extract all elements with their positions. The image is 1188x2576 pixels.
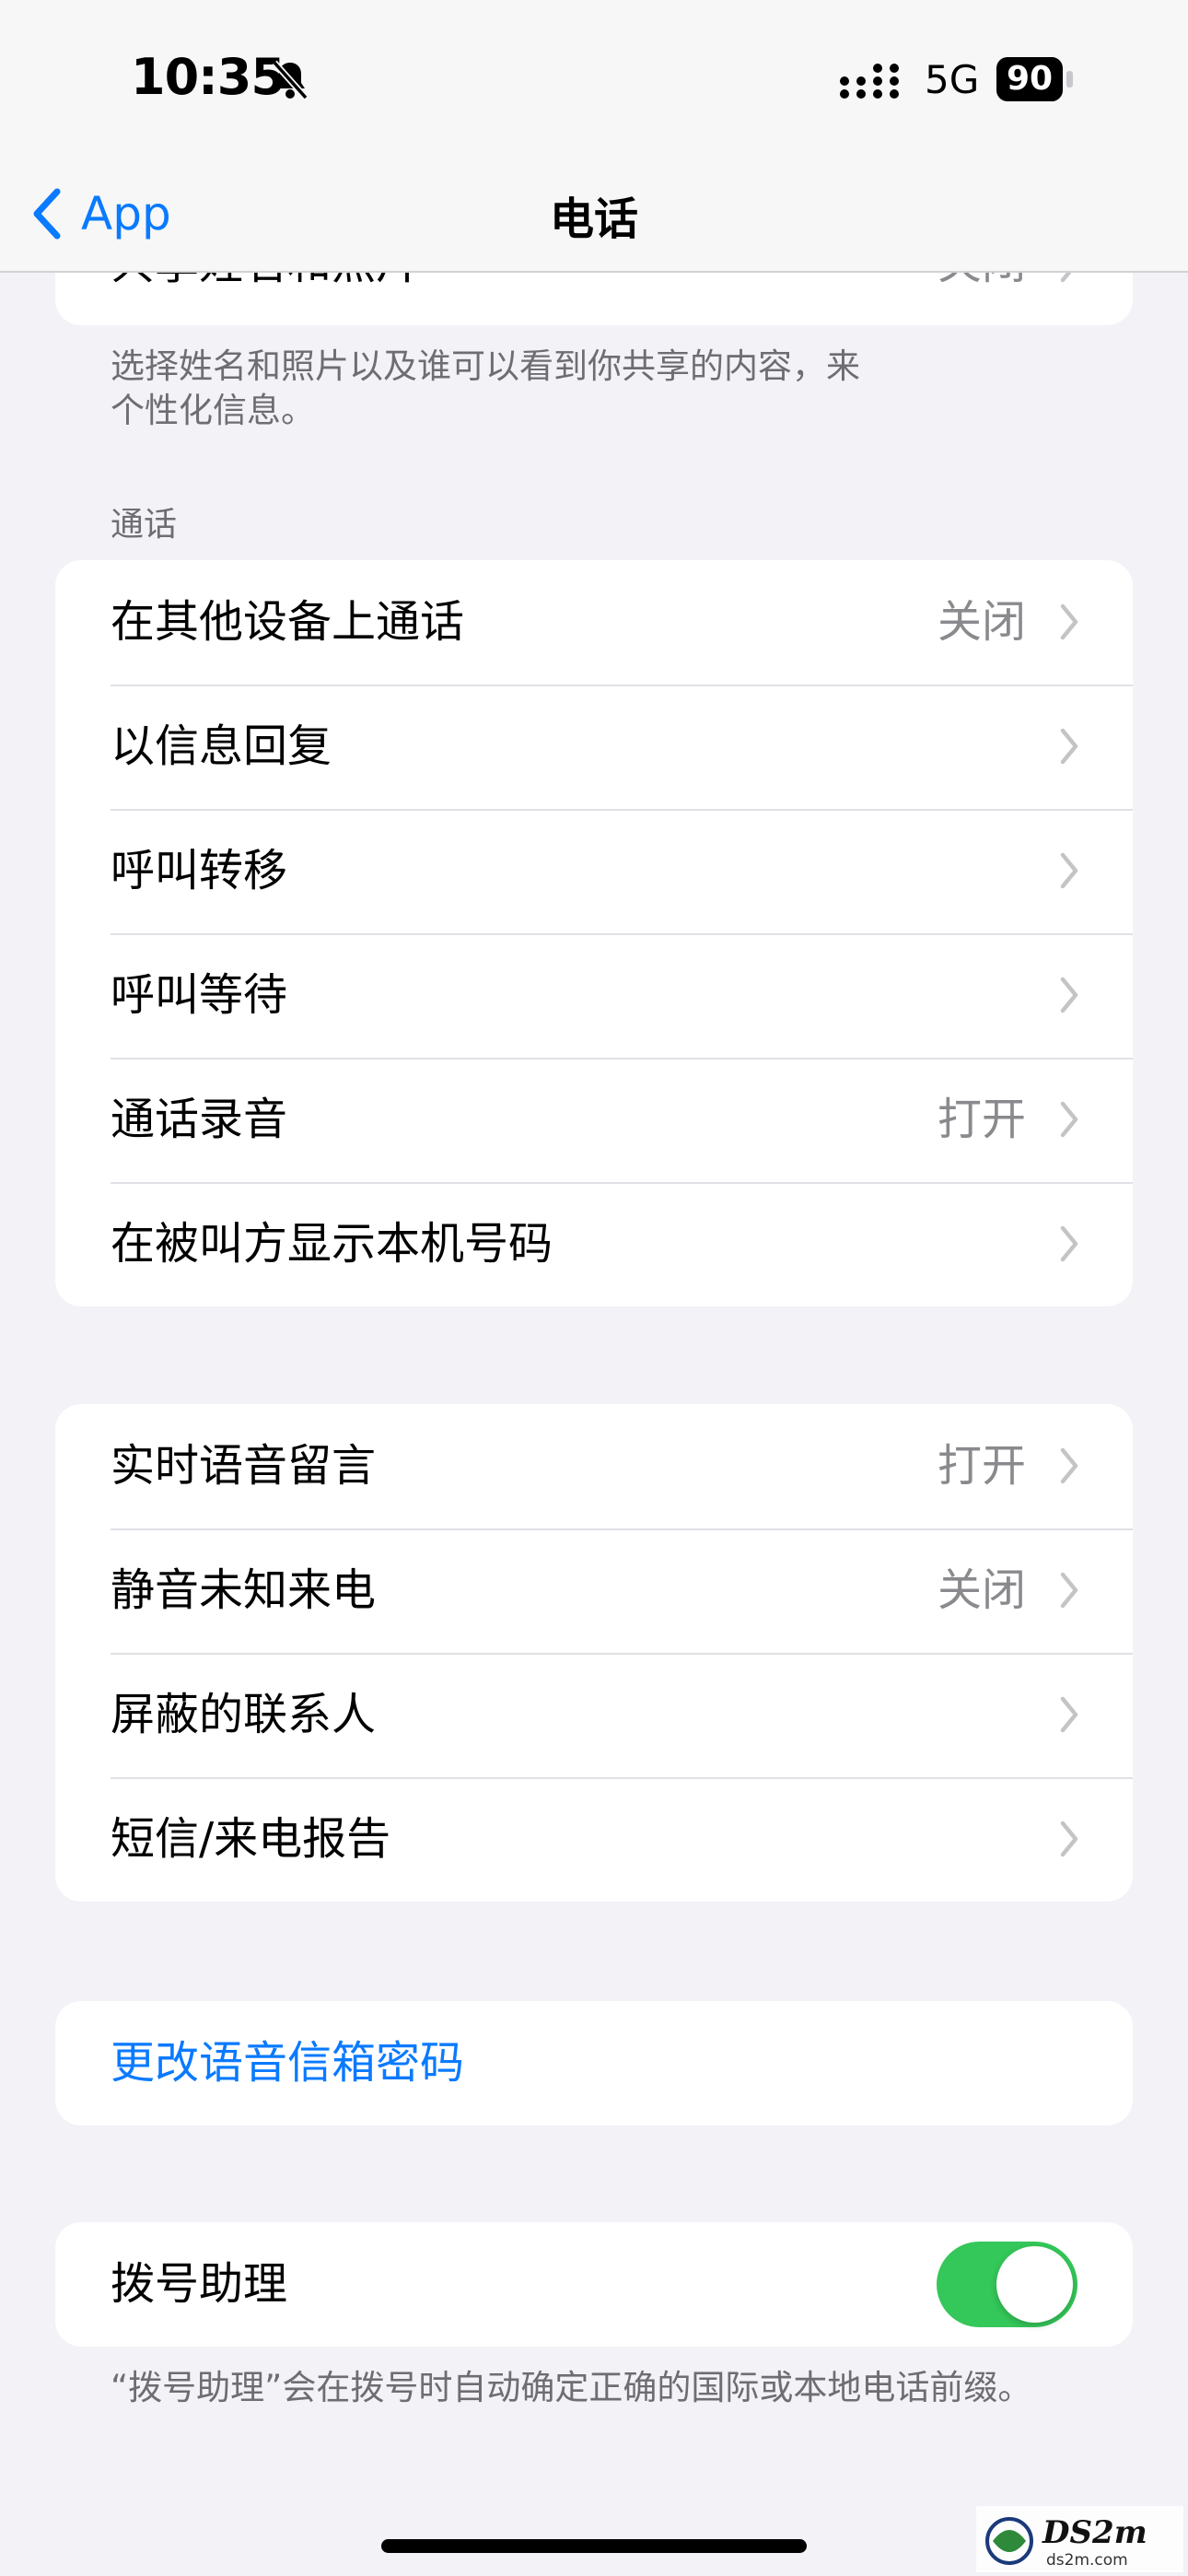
row-call-recording[interactable]: 通话录音 打开 (55, 1058, 1133, 1182)
row-value: 打开 (937, 1094, 1026, 1145)
network-type: 5G (925, 57, 980, 102)
chevron-right-icon (1060, 1101, 1078, 1138)
chevron-right-icon (1060, 728, 1078, 765)
row-respond-with-text[interactable]: 以信息回复 (55, 685, 1133, 809)
row-label: 以信息回复 (111, 720, 332, 772)
dial-assist-footer-text: “拨号助理”会在拨号时自动确定正确的国际或本地电话前缀。 (111, 2368, 1032, 2407)
share-footer-text: 选择姓名和照片以及谁可以看到你共享的内容，来 个性化信息。 (111, 345, 860, 433)
row-call-waiting[interactable]: 呼叫等待 (55, 933, 1133, 1058)
row-label: 呼叫转移 (111, 845, 288, 896)
battery-level: 90 (996, 57, 1063, 101)
row-label: 实时语音留言 (111, 1440, 377, 1492)
row-label: 静音未知来电 (111, 1564, 377, 1616)
chevron-right-icon (1060, 977, 1078, 1013)
row-value: 关闭 (937, 596, 1026, 648)
navigation-bar: App 电话 (0, 157, 1188, 273)
row-calls-on-other-devices[interactable]: 在其他设备上通话 关闭 (55, 560, 1133, 685)
row-label: 短信/来电报告 (111, 1813, 391, 1865)
page-title: 电话 (549, 193, 638, 245)
row-blocked-contacts[interactable]: 屏蔽的联系人 (55, 1653, 1133, 1777)
row-sms-call-reporting[interactable]: 短信/来电报告 (55, 1777, 1133, 1902)
section-header-calls: 通话 (111, 506, 178, 544)
row-live-voicemail[interactable]: 实时语音留言 打开 (55, 1404, 1133, 1528)
bell-slash-icon (272, 60, 309, 100)
chevron-right-icon (1060, 603, 1078, 640)
row-label: 通话录音 (111, 1094, 288, 1145)
dial-assist-group: 拨号助理 (55, 2222, 1133, 2347)
change-password-group: 更改语音信箱密码 (55, 2001, 1133, 2125)
row-label: 在被叫方显示本机号码 (111, 1218, 553, 1270)
row-label: 更改语音信箱密码 (111, 2037, 465, 2089)
home-indicator[interactable] (381, 2539, 807, 2553)
toggle-knob (996, 2246, 1073, 2323)
row-value: 打开 (937, 1440, 1026, 1492)
svg-text:ds2m.com: ds2m.com (1046, 2551, 1128, 2570)
row-call-forwarding[interactable]: 呼叫转移 (55, 809, 1133, 933)
row-show-caller-id[interactable]: 在被叫方显示本机号码 (55, 1182, 1133, 1306)
row-label: 拨号助理 (111, 2258, 288, 2310)
chevron-right-icon (1060, 1821, 1078, 1857)
row-label: 在其他设备上通话 (111, 596, 465, 648)
signal-icon (840, 64, 899, 99)
chevron-right-icon (1060, 1696, 1078, 1733)
status-time: 10:35 (131, 48, 285, 106)
chevron-right-icon (1060, 1447, 1078, 1484)
chevron-right-icon (1060, 1572, 1078, 1609)
dial-assist-toggle[interactable] (937, 2242, 1077, 2327)
chevron-right-icon (1060, 1225, 1078, 1262)
svg-text:DS2m: DS2m (1042, 2514, 1147, 2551)
status-bar: 10:35 5G 90 (0, 0, 1188, 157)
footer-line-2: 个性化信息。 (111, 391, 315, 430)
footer-line-1: 选择姓名和照片以及谁可以看到你共享的内容，来 (111, 346, 860, 386)
row-label: 屏蔽的联系人 (111, 1689, 377, 1740)
calls-settings-group: 在其他设备上通话 关闭 以信息回复 呼叫转移 呼叫等待 通话录音 打开 在被叫方… (55, 560, 1133, 1306)
row-value: 关闭 (937, 1564, 1026, 1616)
watermark-logo: DS2m ds2m.com (976, 2506, 1183, 2572)
row-dial-assist: 拨号助理 (55, 2222, 1133, 2347)
change-voicemail-password-button[interactable]: 更改语音信箱密码 (55, 2001, 1133, 2125)
row-label: 呼叫等待 (111, 969, 288, 1021)
battery-icon: 90 (996, 57, 1074, 101)
row-silence-unknown-callers[interactable]: 静音未知来电 关闭 (55, 1528, 1133, 1653)
chevron-right-icon (1060, 852, 1078, 889)
voicemail-settings-group: 实时语音留言 打开 静音未知来电 关闭 屏蔽的联系人 短信/来电报告 (55, 1404, 1133, 1902)
